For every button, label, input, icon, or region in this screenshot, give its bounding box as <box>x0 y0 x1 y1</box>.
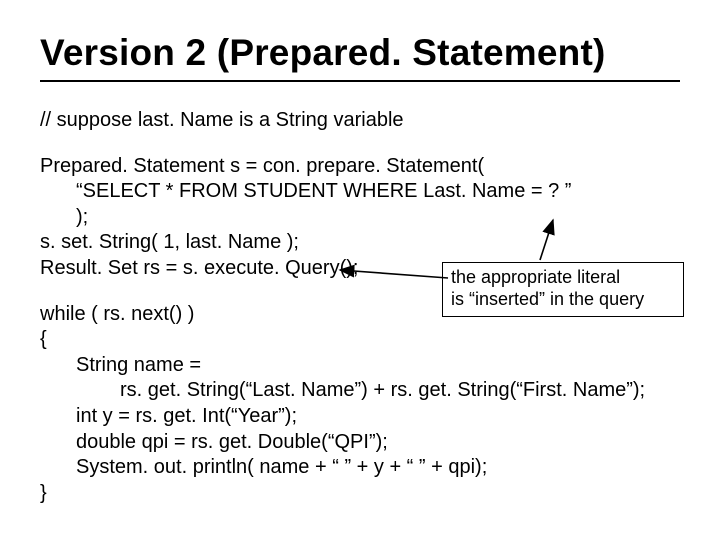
code-line: } <box>40 481 680 507</box>
callout-line: the appropriate literal <box>451 267 675 289</box>
code-line: ); <box>40 205 680 231</box>
slide-title: Version 2 (Prepared. Statement) <box>40 32 680 74</box>
code-line: { <box>40 327 680 353</box>
code-line: rs. get. String(“Last. Name”) + rs. get.… <box>40 378 680 404</box>
code-line: System. out. println( name + “ ” + y + “… <box>40 455 680 481</box>
title-underline <box>40 80 680 82</box>
callout-line: is “inserted” in the query <box>451 289 675 311</box>
comment-line: // suppose last. Name is a String variab… <box>40 108 680 134</box>
code-line: s. set. String( 1, last. Name ); <box>40 230 680 256</box>
code-line: double qpi = rs. get. Double(“QPI”); <box>40 430 680 456</box>
code-block-2: while ( rs. next() ) { String name = rs.… <box>40 302 680 507</box>
slide: Version 2 (Prepared. Statement) // suppo… <box>0 0 720 540</box>
code-line: “SELECT * FROM STUDENT WHERE Last. Name … <box>40 179 680 205</box>
code-line: int y = rs. get. Int(“Year”); <box>40 404 680 430</box>
code-line: String name = <box>40 353 680 379</box>
callout-box: the appropriate literal is “inserted” in… <box>442 262 684 317</box>
code-line: Prepared. Statement s = con. prepare. St… <box>40 154 680 180</box>
